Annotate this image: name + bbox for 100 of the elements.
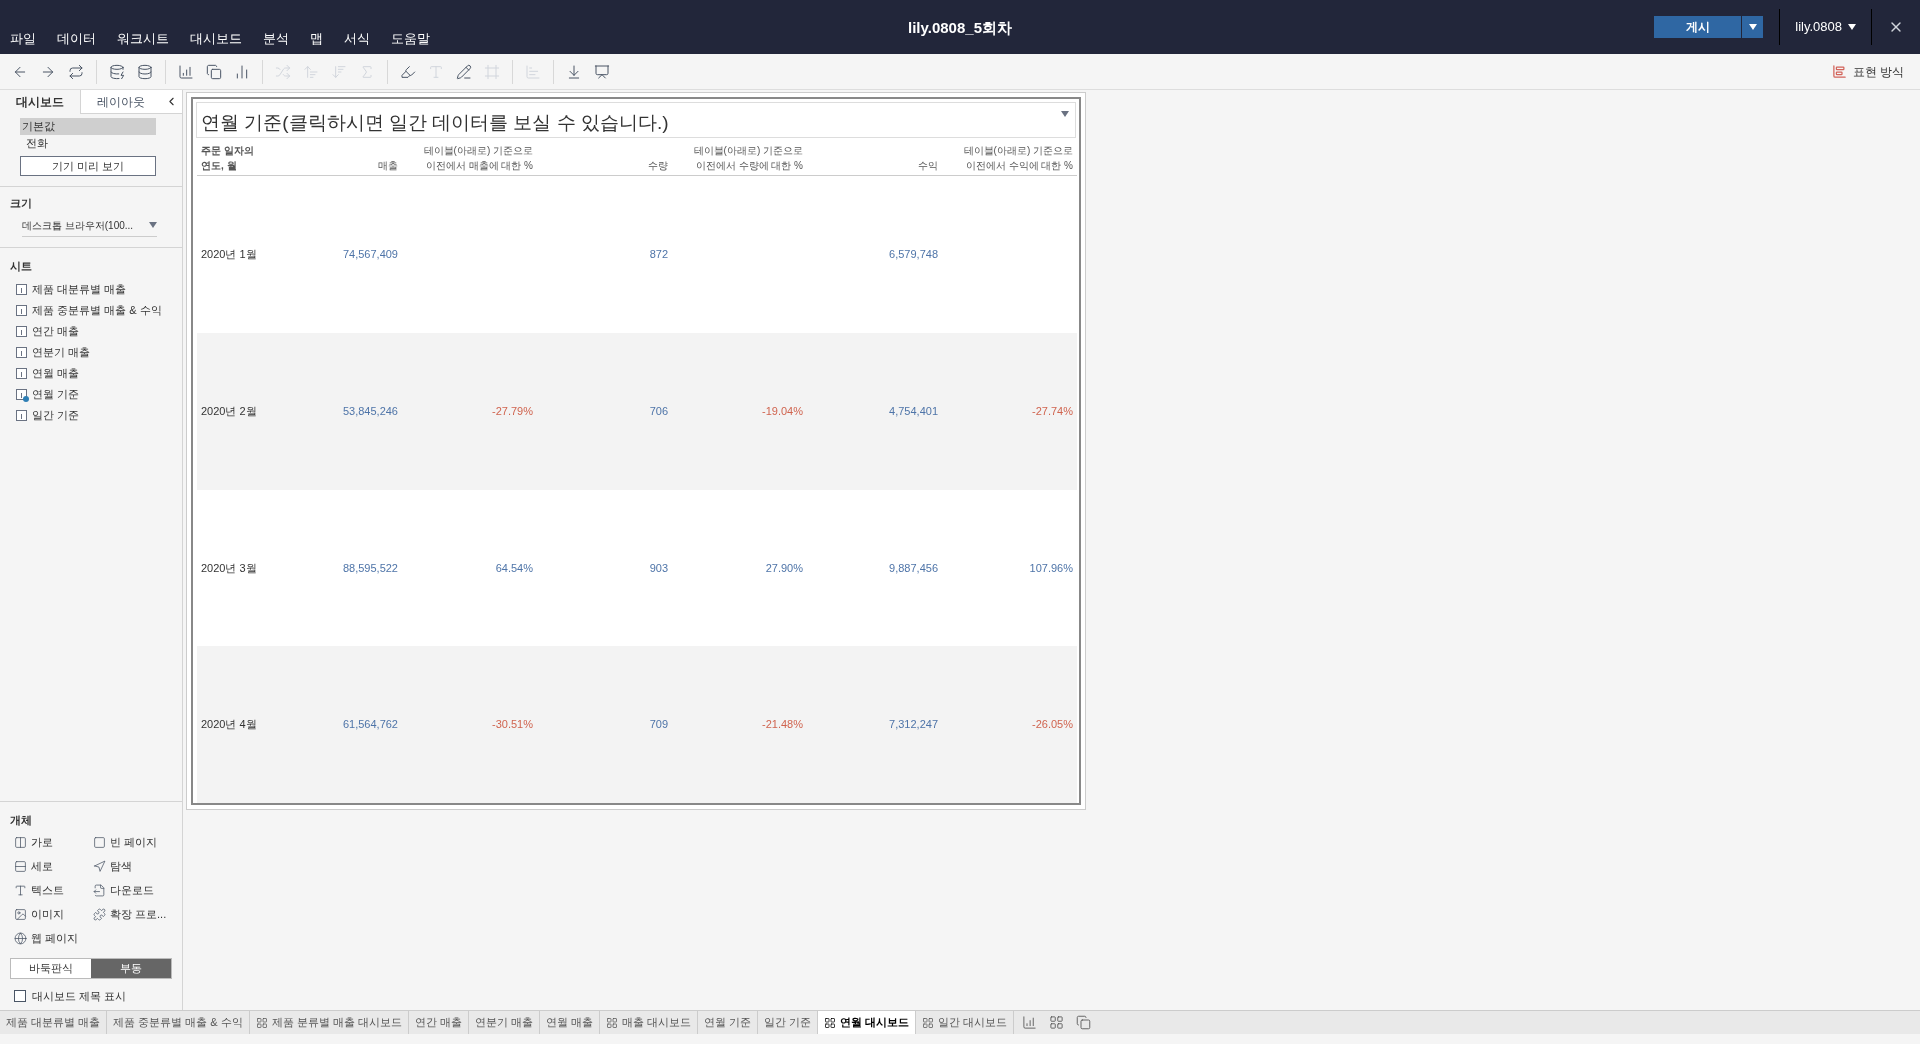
column-header: 테이블(아래로) 기준으로 이전에서 매출에 대한 % (422, 144, 533, 173)
section-heading: 시트 (10, 258, 33, 274)
sheet-item[interactable]: 제품 대분류별 매출 (10, 279, 127, 300)
menu-item[interactable]: 데이터 (57, 28, 96, 48)
size-dropdown[interactable]: 데스크톱 브라우저(100... (22, 217, 157, 237)
column-header: 수량 (648, 159, 668, 173)
table-cell: 9,887,456 (889, 561, 938, 574)
sheet-icon (16, 410, 27, 421)
column-header: 테이블(아래로) 기준으로 이전에서 수량에 대한 % (692, 144, 803, 173)
object-item[interactable]: 가로 (14, 832, 53, 852)
worksheet-title: 연월 기준(클릭하시면 일간 데이터를 보실 수 있습니다.) (200, 111, 669, 135)
menu-item[interactable]: 대시보드 (190, 28, 242, 48)
object-item[interactable]: 이미지 (14, 904, 64, 924)
table-cell: 872 (649, 248, 668, 261)
puzzle-icon (93, 907, 106, 921)
columns-icon (14, 835, 27, 849)
show-me-button[interactable]: 표현 방식 (1831, 62, 1904, 81)
download-icon[interactable] (566, 63, 582, 80)
sheet-menu-icon (1061, 111, 1069, 117)
device-preview-button[interactable]: 기기 미리 보기 (20, 156, 156, 176)
highlight-icon[interactable] (400, 63, 416, 80)
show-title-checkbox[interactable]: 대시보드 제목 표시 (14, 987, 127, 1004)
sheet-item[interactable]: 연월 기준 (10, 384, 80, 405)
object-item[interactable]: 세로 (14, 856, 53, 876)
collapse-button[interactable] (160, 90, 182, 114)
sheet-item[interactable]: 일간 기준 (10, 405, 80, 426)
menu-item[interactable]: 워크시트 (117, 28, 169, 48)
sheet-item[interactable]: 제품 중분류별 매출 & 수익 (10, 300, 162, 321)
new-worksheet-icon[interactable] (1022, 1015, 1038, 1030)
object-item[interactable]: 웹 페이지 (14, 928, 79, 948)
object-item[interactable]: 다운로드 (93, 880, 154, 900)
table-cell: 88,595,522 (342, 561, 398, 574)
sheet-item[interactable]: 연월 매출 (10, 363, 80, 384)
loop-icon[interactable] (68, 63, 84, 80)
section-heading: 크기 (10, 196, 33, 211)
table-cell: -26.05% (1032, 718, 1073, 731)
sheet-tab[interactable]: 연월 대시보드 (818, 1011, 917, 1034)
table-cell: 4,754,401 (889, 404, 938, 417)
object-item[interactable]: 탐색 (93, 856, 132, 876)
table-cell: 2020년 4월 (201, 718, 257, 731)
text-icon (14, 883, 27, 897)
sheet-icon (16, 284, 27, 295)
table-cell: 903 (649, 561, 668, 574)
table-cell: -27.79% (492, 404, 533, 417)
table-cell: 706 (649, 404, 668, 417)
table-cell: -19.04% (762, 404, 803, 417)
duplicate-icon[interactable] (206, 63, 222, 80)
show-me-icon (1831, 64, 1847, 79)
caret-icon (1748, 24, 1757, 30)
menu-item[interactable]: 맵 (310, 28, 323, 48)
sheet-item[interactable]: 연분기 매출 (10, 342, 91, 363)
object-item[interactable]: 빈 페이지 (93, 832, 158, 852)
download-icon (93, 883, 106, 897)
table-cell: 61,564,762 (342, 718, 398, 731)
sheet-icon (16, 326, 27, 337)
column-header: 수익 (918, 159, 938, 173)
menu-item[interactable]: 분석 (263, 28, 289, 48)
sheet-item[interactable]: 연간 매출 (10, 321, 80, 342)
column-header: 테이블(아래로) 기준으로 이전에서 수익에 대한 % (962, 144, 1073, 173)
object-item[interactable]: 확장 프로... (93, 904, 167, 924)
table-cell: 709 (649, 718, 668, 731)
table-cell: 107.96% (1029, 561, 1073, 574)
column-header: 주문 일자의 연도, 월 (201, 144, 255, 173)
new-dashboard-icon[interactable] (1049, 1015, 1065, 1030)
table-cell: -21.48% (762, 718, 803, 731)
layout-toggle[interactable]: 바둑판식 (11, 958, 91, 978)
sheet-icon (16, 305, 27, 316)
table-cell: 2020년 3월 (201, 561, 257, 574)
table-cell: 64.54% (495, 561, 533, 574)
menu-item[interactable]: 서식 (344, 28, 370, 48)
object-item[interactable]: 텍스트 (14, 880, 64, 900)
table-cell: 7,312,247 (889, 718, 938, 731)
blank-icon (93, 835, 106, 849)
dashboard-icon (606, 1016, 619, 1029)
caret-icon (149, 222, 157, 228)
menu-item[interactable]: 파일 (10, 28, 36, 48)
sheet-icon (16, 368, 27, 379)
image-icon (14, 907, 27, 921)
sheet-icon (16, 347, 27, 358)
device-item[interactable]: 전화 (20, 134, 50, 151)
panel-tab[interactable]: 레이아웃 (80, 90, 160, 114)
navigation-icon (93, 859, 106, 873)
new-worksheet-icon[interactable] (178, 63, 194, 80)
table-cell: 2020년 2월 (201, 404, 257, 417)
table-cell: -30.51% (492, 718, 533, 731)
user-menu[interactable]: lily.0808 (1780, 17, 1871, 37)
presentation-icon[interactable] (594, 63, 610, 80)
menu-item[interactable]: 도움말 (391, 28, 430, 48)
rows-icon (14, 859, 27, 873)
publish-button[interactable]: 게시 (1654, 16, 1742, 38)
table-cell: -27.74% (1032, 404, 1073, 417)
layout-toggle[interactable]: 부동 (91, 958, 171, 978)
device-item[interactable]: 기본값 (20, 118, 156, 135)
table-cell: 74,567,409 (342, 248, 398, 261)
globe-icon (14, 931, 27, 945)
dashboard-icon (255, 1016, 268, 1029)
dashboard-icon (922, 1016, 935, 1029)
table-cell: 27.90% (765, 561, 803, 574)
publish-menu-button[interactable] (1742, 16, 1764, 38)
column-header: 매출 (378, 159, 398, 173)
